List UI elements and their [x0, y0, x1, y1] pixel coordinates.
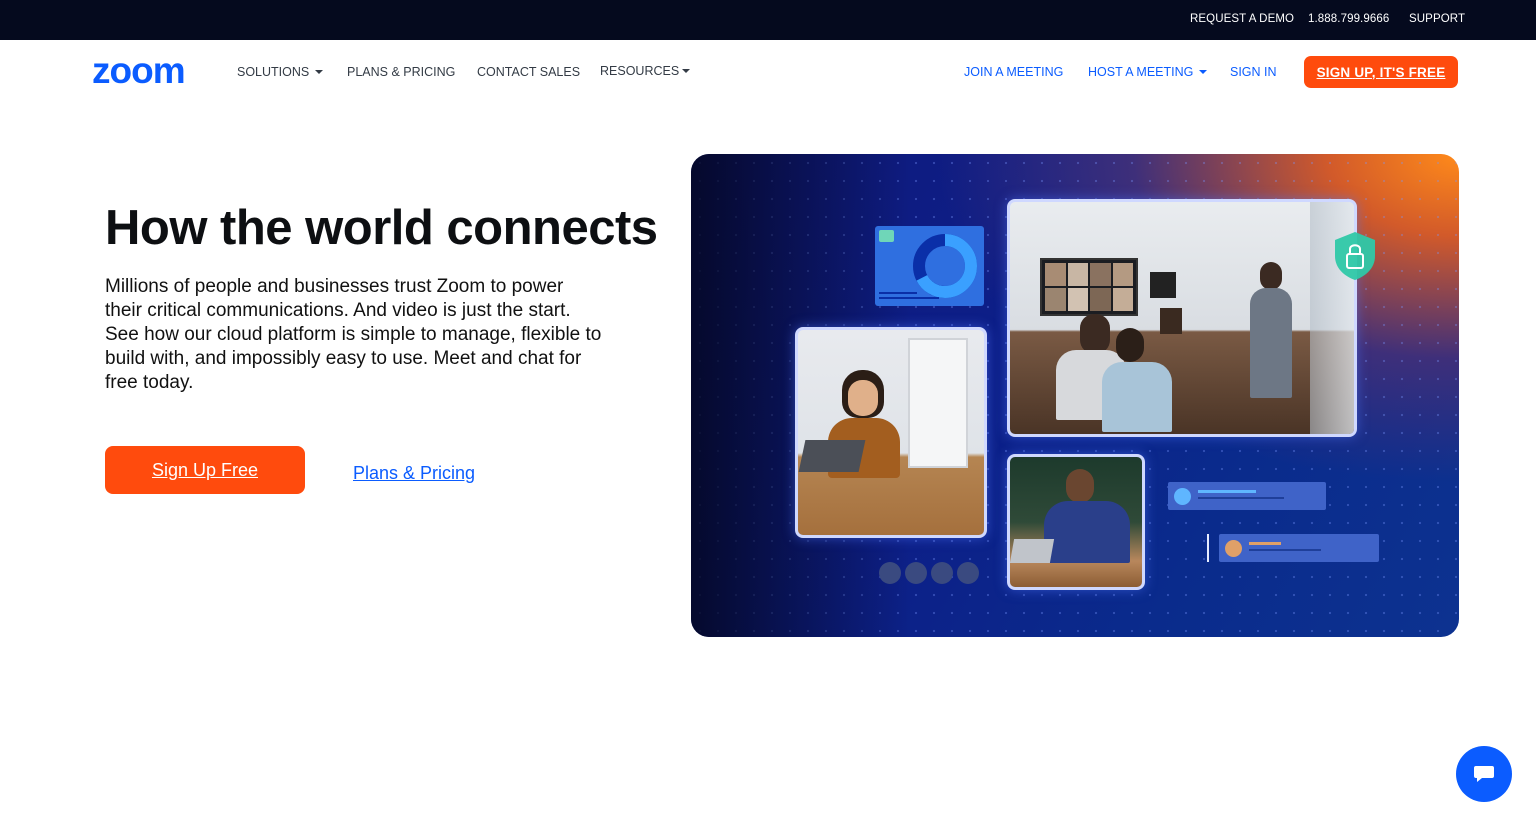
chat-widget-button[interactable]	[1456, 746, 1512, 802]
caret-down-icon	[315, 70, 324, 74]
monitor	[908, 338, 968, 468]
person-head	[1260, 262, 1282, 290]
nav-resources[interactable]: RESOURCES	[600, 64, 691, 78]
zoom-logo[interactable]: zoom	[92, 50, 204, 91]
nav-sign-in[interactable]: SIGN IN	[1230, 65, 1277, 79]
donut-chart-icon	[879, 234, 977, 299]
hero-title: How the world connects	[105, 201, 658, 255]
video-tile-conference-room	[1007, 199, 1357, 437]
signup-free-button[interactable]: SIGN UP, IT'S FREE	[1304, 56, 1458, 88]
lock-shield-icon	[1335, 232, 1375, 280]
avatar	[1174, 488, 1191, 505]
nav-plans-pricing[interactable]: PLANS & PRICING	[347, 65, 455, 79]
hero-description: Millions of people and businesses trust …	[105, 276, 602, 393]
chat-bubble-1	[1168, 482, 1326, 510]
nav-solutions-label: SOLUTIONS	[237, 65, 310, 79]
utility-bar: REQUEST A DEMO 1.888.799.9666 SUPPORT	[0, 0, 1536, 40]
svg-text:zoom: zoom	[92, 56, 185, 88]
contacts-icon	[905, 562, 927, 584]
person-head	[1116, 328, 1144, 362]
person-body	[1250, 288, 1292, 398]
chat-bubble-2	[1219, 534, 1379, 562]
nav-resources-label: RESOURCES	[600, 64, 680, 78]
video-tile-man	[1007, 454, 1145, 590]
phone-icon	[957, 562, 979, 584]
person-body	[1102, 362, 1172, 432]
phone-link[interactable]: 1.888.799.9666	[1308, 13, 1389, 25]
request-demo-link[interactable]: REQUEST A DEMO	[1190, 13, 1294, 25]
video-icon	[879, 562, 901, 584]
person-body	[1044, 501, 1130, 563]
caret-down-icon	[682, 69, 691, 73]
person-head	[1080, 314, 1110, 354]
person-face	[848, 380, 878, 416]
caret-down-icon	[1199, 70, 1208, 74]
laptop	[798, 440, 866, 472]
analytics-tile	[875, 226, 984, 306]
avatar	[1225, 540, 1242, 557]
nav-join-meeting[interactable]: JOIN A MEETING	[964, 65, 1063, 79]
wall-art	[1150, 272, 1176, 298]
chat-icon	[931, 562, 953, 584]
hero-illustration	[691, 154, 1459, 637]
nav-host-meeting[interactable]: HOST A MEETING	[1088, 65, 1208, 79]
nav-solutions[interactable]: SOLUTIONS	[237, 65, 324, 79]
chat-bubble-icon	[1474, 766, 1494, 782]
main-nav: zoom SOLUTIONS PLANS & PRICING CONTACT S…	[0, 40, 1536, 104]
hero-pricing-link[interactable]: Plans & Pricing	[353, 463, 475, 484]
hero-signup-button[interactable]: Sign Up Free	[105, 446, 305, 494]
cursor-line	[1207, 534, 1209, 562]
person-face	[1066, 469, 1094, 503]
wall-art	[1160, 308, 1182, 334]
zoom-logo-mark: zoom	[92, 50, 186, 91]
laptop	[1010, 539, 1055, 563]
video-tile-woman	[795, 327, 987, 538]
support-link[interactable]: SUPPORT	[1409, 13, 1465, 25]
nav-host-meeting-label: HOST A MEETING	[1088, 65, 1194, 79]
nav-contact-sales[interactable]: CONTACT SALES	[477, 65, 580, 79]
wall-screen	[1040, 258, 1138, 316]
